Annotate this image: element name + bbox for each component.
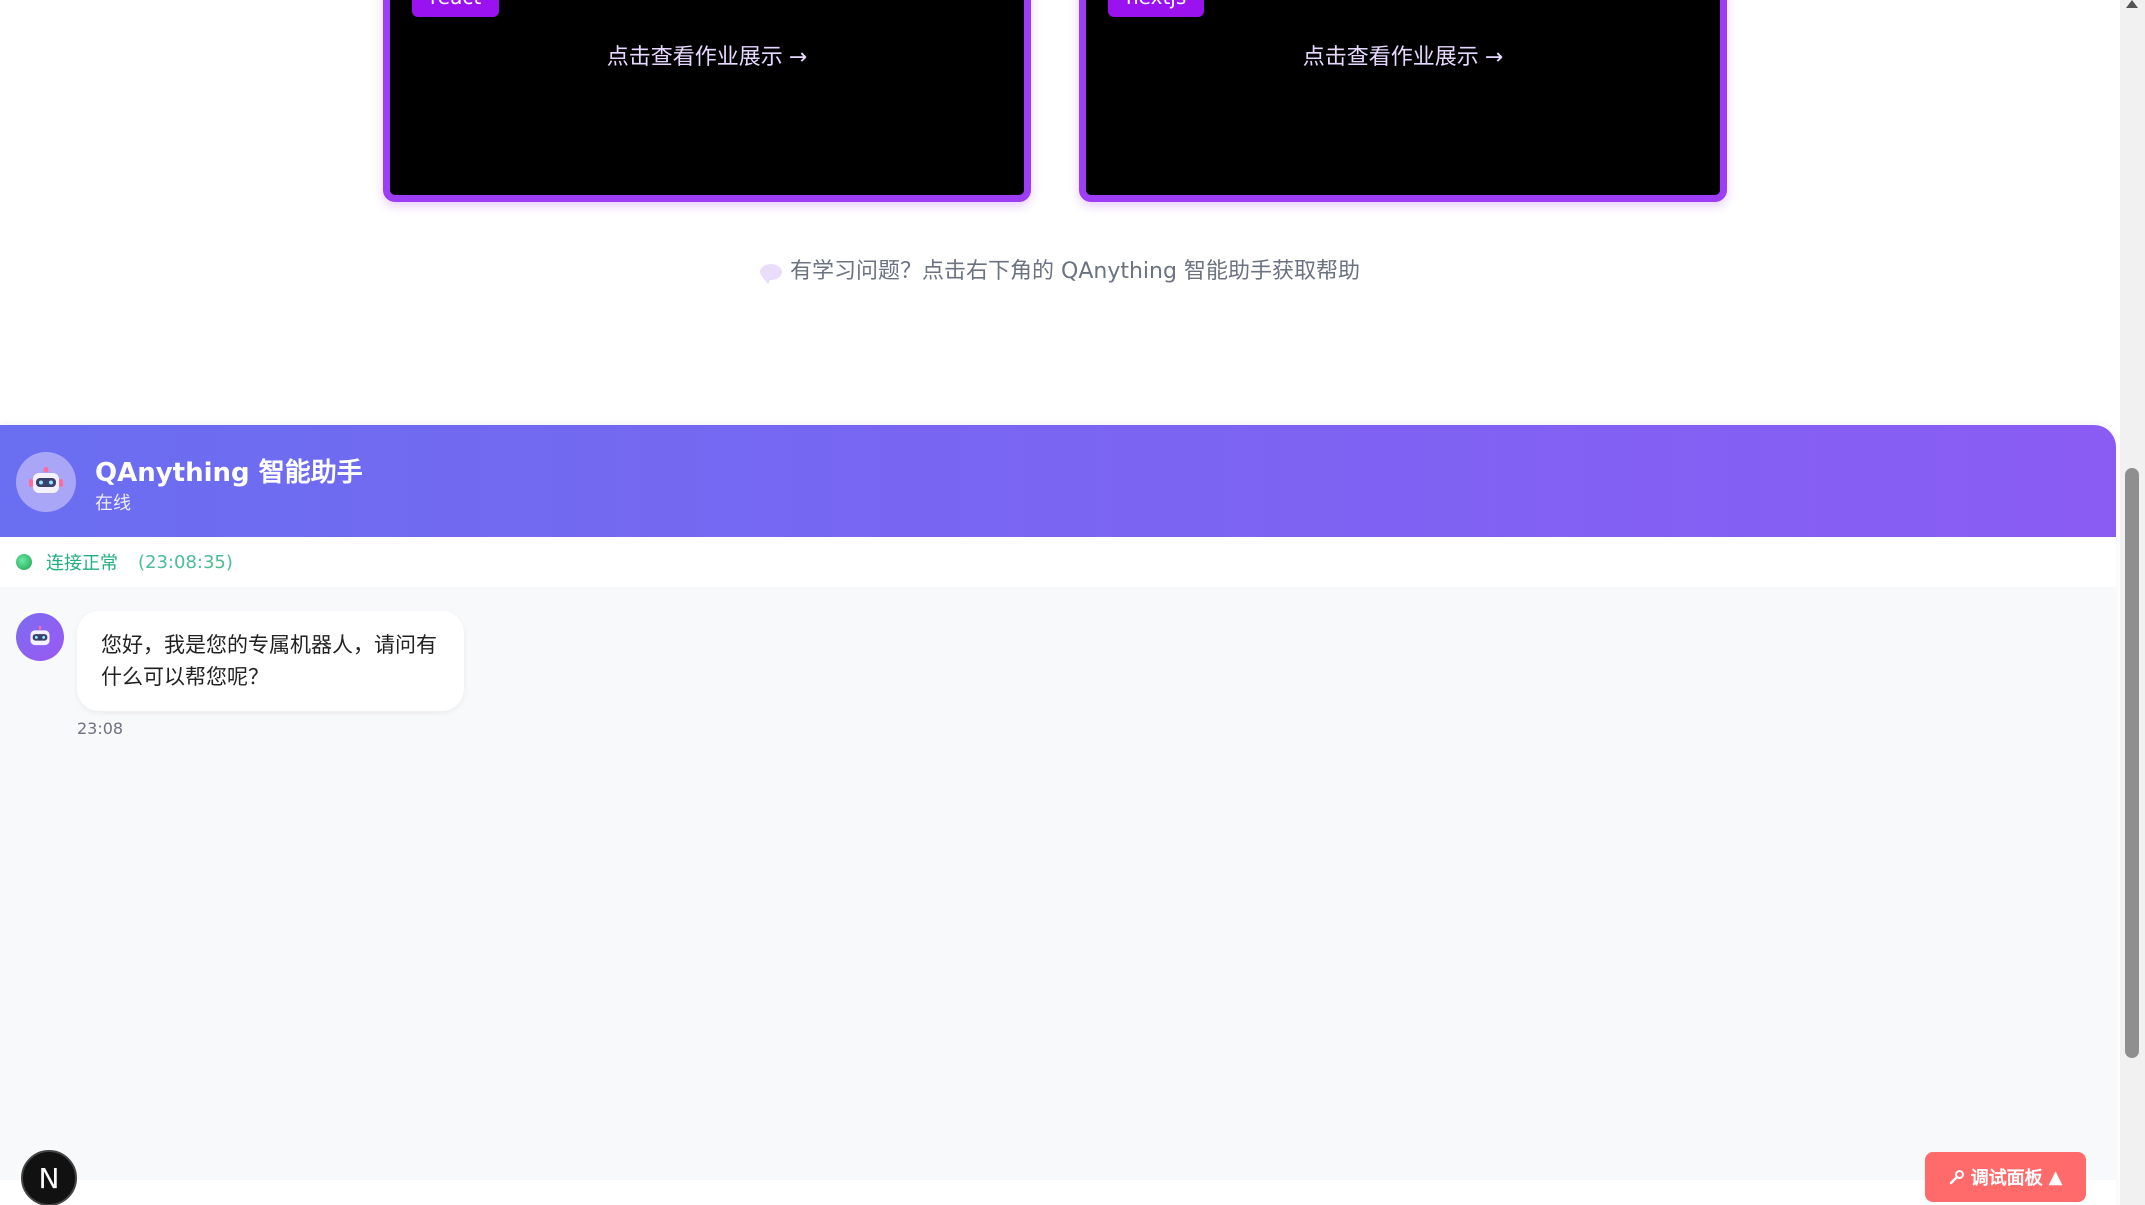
scroll-up-arrow-icon[interactable]: [2126, 0, 2138, 8]
arrow-right-icon: →: [1484, 45, 1504, 70]
arrow-right-icon: →: [788, 45, 808, 70]
chat-title: QAnything 智能助手: [95, 458, 363, 488]
chat-panel: QAnything 智能助手 在线 连接正常 (23:08:35) 您好，我是您…: [0, 425, 2116, 1205]
card-tag: nextjs: [1108, 0, 1205, 17]
speech-bubble-icon: [760, 264, 783, 284]
robot-icon: [16, 452, 76, 512]
help-hint-text: 有学习问题？点击右下角的 QAnything 智能助手获取帮助: [790, 259, 1360, 284]
status-dot-icon: [16, 554, 32, 570]
page: react 点击查看作业展示→ nextjs 点击查看作业展示→ 有学习问题？点…: [0, 0, 2145, 1205]
chat-header[interactable]: QAnything 智能助手 在线: [0, 425, 2116, 537]
help-hint: 有学习问题？点击右下角的 QAnything 智能助手获取帮助: [0, 253, 2120, 285]
project-card-nextjs[interactable]: nextjs 点击查看作业展示→: [1079, 0, 1727, 202]
message-timestamp: 23:08: [77, 719, 124, 738]
card-link-label: 点击查看作业展示: [606, 45, 783, 70]
connection-status-label: 连接正常: [46, 553, 118, 574]
nextjs-dev-badge[interactable]: N: [21, 1150, 77, 1205]
connection-status-bar: 连接正常 (23:08:35): [0, 537, 2116, 587]
chevron-up-icon: ▲: [2048, 1166, 2063, 1188]
scrollbar-thumb[interactable]: [2125, 468, 2139, 1058]
debug-panel-label: 调试面板: [1970, 1168, 2043, 1189]
connection-status-time: (23:08:35): [138, 551, 233, 573]
nextjs-badge-label: N: [38, 1161, 60, 1195]
page-scrollbar[interactable]: [2120, 0, 2145, 1205]
card-link-label: 点击查看作业展示: [1302, 45, 1479, 70]
view-homework-link[interactable]: 点击查看作业展示 →: [390, 39, 1024, 71]
wrench-icon: [1949, 1170, 1964, 1185]
chat-input-area[interactable]: [0, 1180, 2116, 1205]
card-tag: react: [412, 0, 500, 17]
chat-online-status: 在线: [95, 493, 131, 514]
bot-message-bubble: 您好，我是您的专属机器人，请问有什么可以帮您呢？: [77, 611, 464, 711]
bot-avatar-icon: [16, 613, 64, 661]
view-homework-link[interactable]: 点击查看作业展示 →: [1086, 39, 1720, 71]
message-list[interactable]: 您好，我是您的专属机器人，请问有什么可以帮您呢？ 23:08: [0, 587, 2116, 1187]
project-card-react[interactable]: react 点击查看作业展示→: [383, 0, 1031, 202]
debug-panel-button[interactable]: 调试面板 ▲: [1925, 1152, 2086, 1202]
